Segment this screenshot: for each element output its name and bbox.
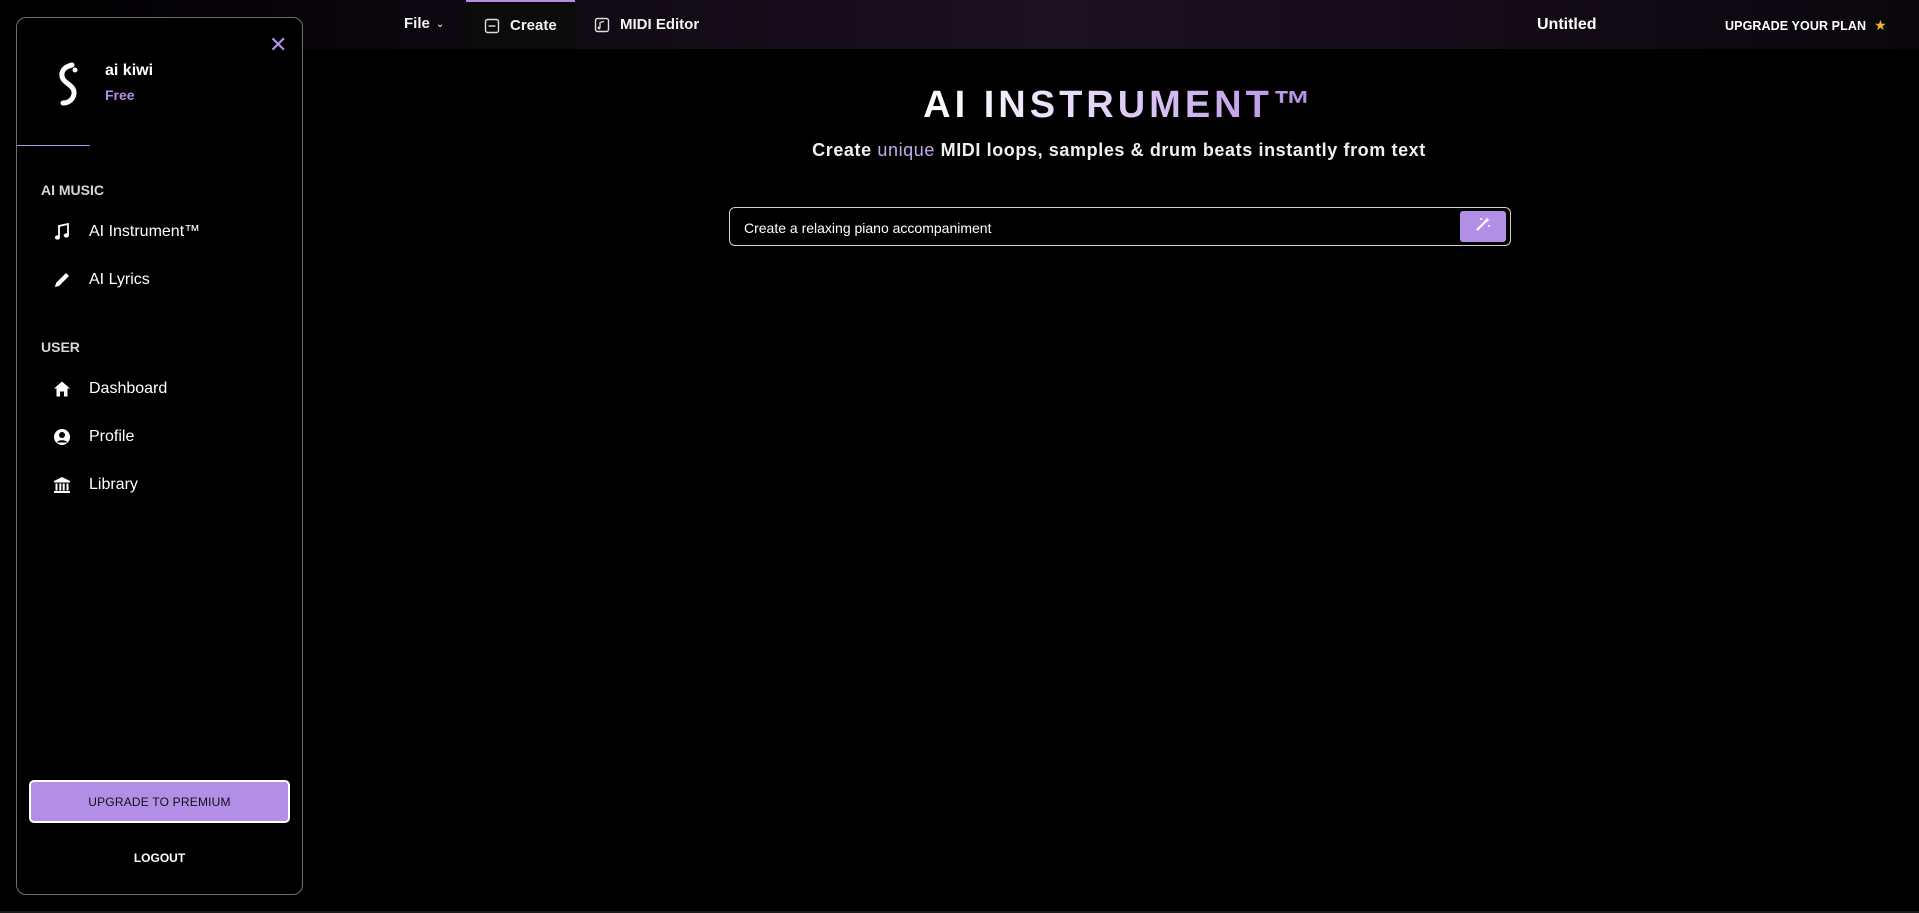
- upgrade-plan-label: UPGRADE YOUR PLAN: [1725, 18, 1867, 33]
- page-title: AI INSTRUMENT™: [0, 84, 1919, 127]
- library-icon: [53, 476, 71, 494]
- prompt-input[interactable]: [742, 208, 1446, 247]
- document-title[interactable]: Untitled: [1537, 16, 1597, 34]
- sidebar-item-dashboard[interactable]: Dashboard: [53, 380, 167, 398]
- section-label-user: USER: [41, 339, 80, 355]
- subtitle-text-end: MIDI loops, samples & drum beats instant…: [935, 140, 1426, 160]
- page-subtitle: Create unique MIDI loops, samples & drum…: [0, 140, 1919, 161]
- music-note-icon: [53, 223, 71, 241]
- magic-wand-icon: [1475, 216, 1491, 237]
- create-icon: [484, 18, 500, 34]
- tab-create[interactable]: Create: [466, 0, 575, 49]
- tab-midi-editor[interactable]: MIDI Editor: [594, 0, 699, 49]
- subtitle-text-start: Create: [812, 140, 878, 160]
- prompt-box: [729, 207, 1511, 247]
- sidebar-item-ai-lyrics[interactable]: AI Lyrics: [53, 271, 150, 289]
- logout-button[interactable]: LOGOUT: [17, 851, 302, 865]
- sidebar-item-label: AI Lyrics: [89, 271, 150, 288]
- upgrade-to-premium-button[interactable]: UPGRADE TO PREMIUM: [29, 780, 290, 823]
- tab-midi-editor-label: MIDI Editor: [620, 16, 700, 33]
- subtitle-accent-word: unique: [877, 140, 935, 160]
- midi-editor-icon: [594, 17, 610, 33]
- pencil-icon: [53, 271, 71, 289]
- sidebar-item-ai-instrument[interactable]: AI Instrument™: [53, 223, 200, 241]
- sidebar-item-label: Library: [89, 476, 138, 493]
- page-title-text: AI INSTRUMENT™: [923, 84, 1315, 126]
- file-menu[interactable]: File ⌄: [404, 15, 444, 32]
- star-icon: ★: [1874, 17, 1887, 33]
- tab-create-label: Create: [510, 17, 557, 34]
- generate-button[interactable]: [1460, 211, 1506, 242]
- sidebar-item-label: Dashboard: [89, 380, 168, 397]
- sidebar-item-label: Profile: [89, 428, 135, 445]
- file-menu-label: File: [404, 15, 430, 32]
- user-name: ai kiwi: [105, 62, 154, 79]
- upgrade-plan-button[interactable]: UPGRADE YOUR PLAN ★: [1725, 17, 1887, 34]
- chevron-down-icon: ⌄: [435, 19, 445, 30]
- section-label-ai-music: AI MUSIC: [41, 182, 104, 198]
- home-icon: [53, 380, 71, 398]
- close-icon[interactable]: ✕: [269, 34, 287, 56]
- profile-icon: [53, 428, 71, 446]
- sidebar-item-label: AI Instrument™: [89, 223, 201, 240]
- sidebar-item-profile[interactable]: Profile: [53, 428, 134, 446]
- sidebar-item-library[interactable]: Library: [53, 476, 138, 494]
